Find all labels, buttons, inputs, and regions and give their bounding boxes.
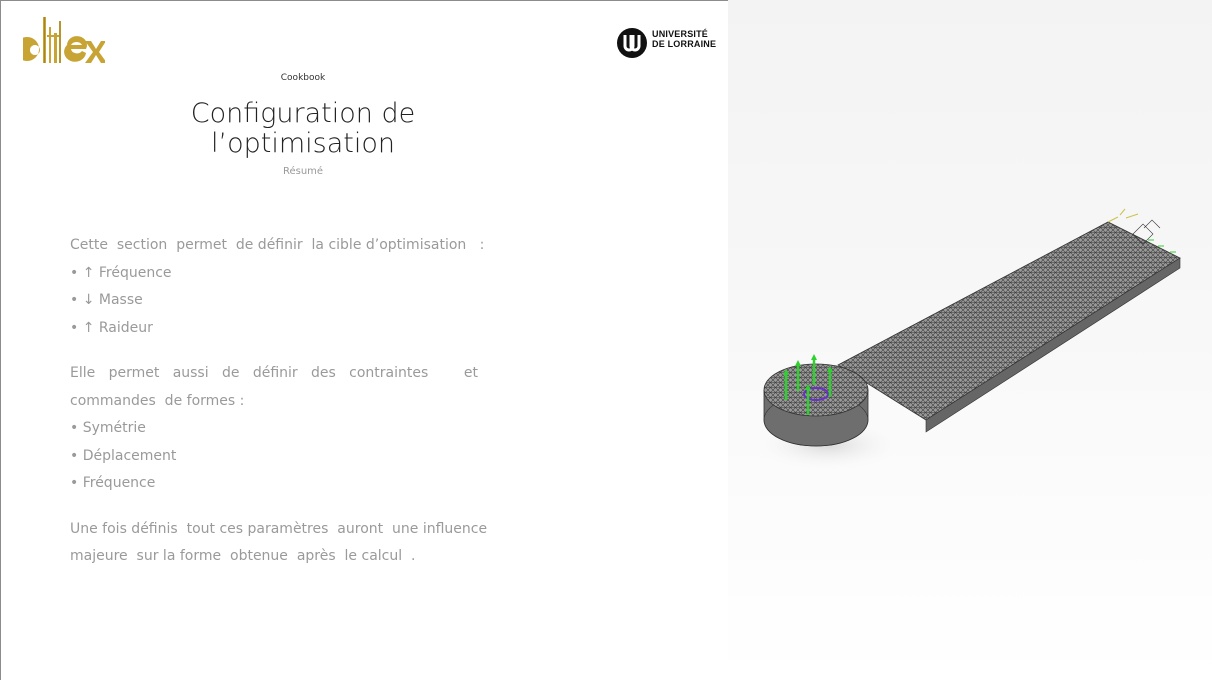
lorraine-emblem-icon	[617, 28, 647, 58]
subtitle: Résumé	[282, 166, 324, 177]
lorraine-logo-line1: UNIVERSITÉ	[652, 29, 709, 39]
constraint-item: • Fréquence	[70, 475, 156, 491]
conclusion-line2: majeure sur la forme obtenue après le ca…	[70, 548, 416, 564]
lorraine-logo-line2: DE LORRAINE	[652, 39, 717, 49]
title-line-2: l’optimisation	[211, 128, 395, 159]
intro-text: Cette section permet de définir la cible…	[70, 237, 485, 253]
constraints-intro-line2: commandes de formes :	[70, 392, 245, 409]
slide: UNIVERSITÉ DE LORRAINE Cookbook Configur…	[0, 0, 1212, 680]
kicker: Cookbook	[280, 73, 326, 83]
slide-title: Configuration de l’optimisation	[1, 99, 605, 159]
target-item: • ↑ Raideur	[70, 319, 153, 336]
title-line-1: Configuration de	[190, 98, 416, 129]
fea-model-image	[758, 208, 1181, 469]
constraint-item: • Symétrie	[70, 420, 146, 436]
target-item: • ↓ Masse	[70, 292, 143, 308]
conclusion-line1: Une fois définis tout ces paramètres aur…	[70, 520, 488, 537]
body-text: Cette section permet de définir la cible…	[70, 232, 610, 571]
ditex-logo	[15, 15, 107, 67]
constraints-intro-line1: Elle permet aussi de définir des contrai…	[70, 365, 478, 381]
constraint-item: • Déplacement	[70, 447, 177, 464]
universite-de-lorraine-logo: UNIVERSITÉ DE LORRAINE	[617, 25, 721, 61]
target-item: • ↑ Fréquence	[70, 264, 172, 281]
content-panel: UNIVERSITÉ DE LORRAINE Cookbook Configur…	[0, 0, 728, 680]
